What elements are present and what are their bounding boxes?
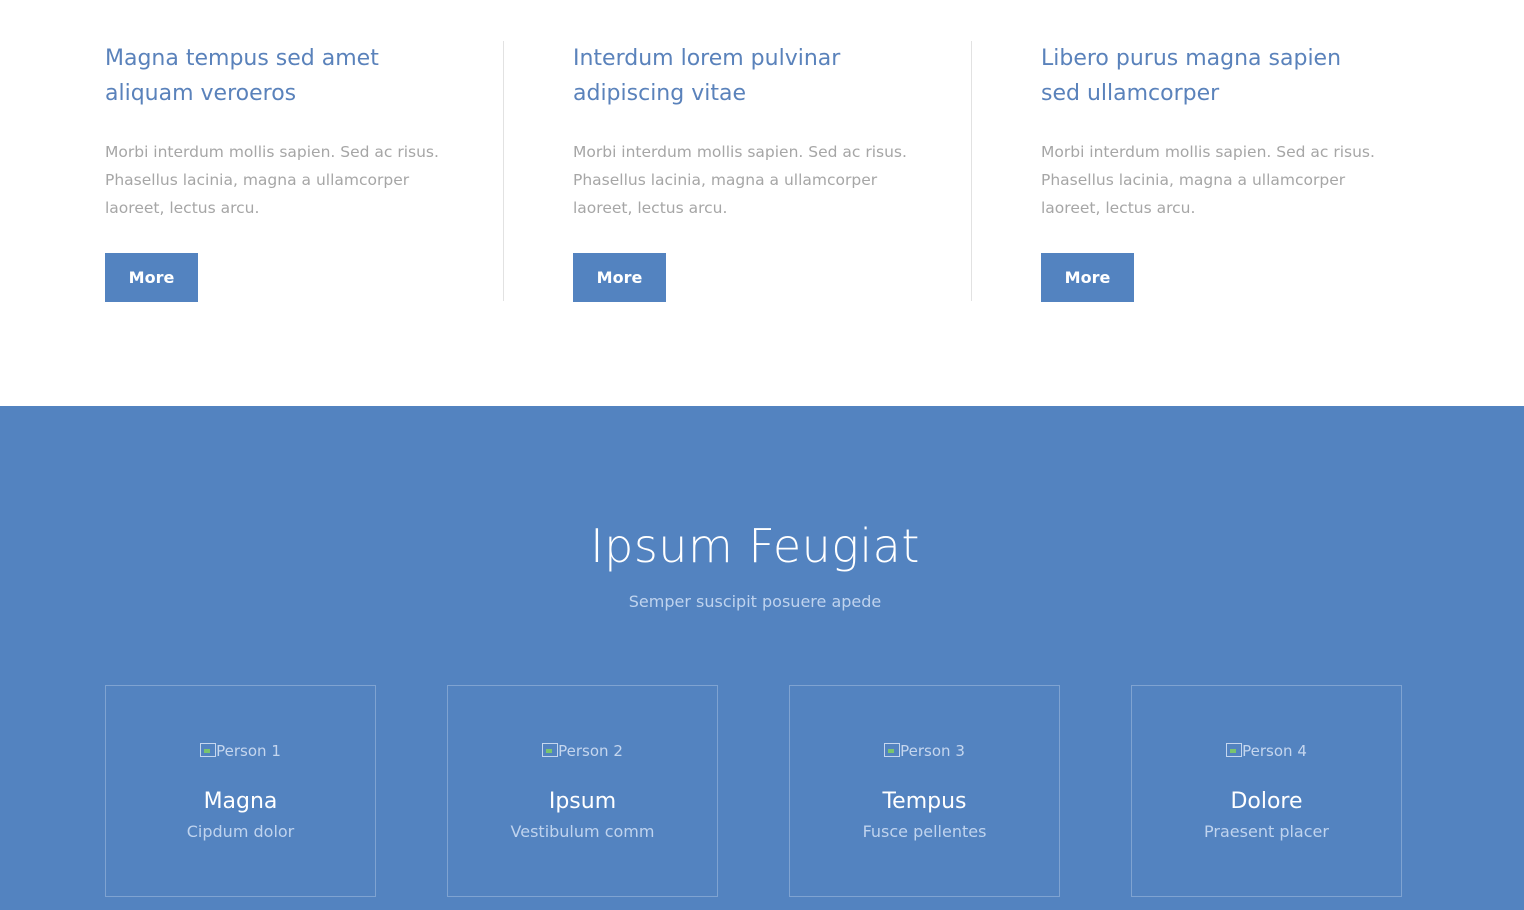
feature-text-line: Morbi interdum mollis sapien. Sed ac ris… bbox=[573, 143, 907, 161]
avatar-alt-text: Person 3 bbox=[900, 742, 965, 760]
more-button[interactable]: More bbox=[1041, 253, 1134, 302]
more-button[interactable]: More bbox=[573, 253, 666, 302]
broken-image-icon bbox=[200, 743, 217, 757]
feature-title-line: adipiscing vitae bbox=[573, 81, 746, 106]
avatar-alt-text: Person 2 bbox=[558, 742, 623, 760]
feature-column-1: Magna tempus sed amet aliquam veroeros M… bbox=[105, 41, 503, 302]
feature-title-line: aliquam veroeros bbox=[105, 81, 297, 106]
member-role: Praesent placer bbox=[1204, 822, 1329, 841]
feature-column-2: Interdum lorem pulvinar adipiscing vitae… bbox=[503, 41, 972, 302]
feature-title-line: Magna tempus sed amet bbox=[105, 46, 379, 71]
feature-text-line: Phasellus lacinia, magna a ullamcorper bbox=[105, 171, 410, 189]
team-card: Person 1 Magna Cipdum dolor bbox=[105, 685, 376, 897]
feature-text-line: laoreet, lectus arcu. bbox=[573, 199, 728, 217]
feature-title-line: Libero purus magna sapien bbox=[1041, 46, 1342, 71]
feature-title-line: Interdum lorem pulvinar bbox=[573, 46, 841, 71]
broken-image-icon bbox=[542, 743, 559, 757]
avatar-alt-text: Person 1 bbox=[216, 742, 281, 760]
avatar: Person 4 bbox=[1132, 741, 1401, 761]
broken-image-icon bbox=[884, 743, 901, 757]
team-card: Person 2 Ipsum Vestibulum comm bbox=[447, 685, 718, 897]
feature-description: Morbi interdum mollis sapien. Sed ac ris… bbox=[1041, 138, 1401, 222]
feature-title: Interdum lorem pulvinar adipiscing vitae bbox=[573, 41, 893, 111]
feature-text-line: Morbi interdum mollis sapien. Sed ac ris… bbox=[1041, 143, 1375, 161]
feature-text-line: Morbi interdum mollis sapien. Sed ac ris… bbox=[105, 143, 439, 161]
avatar-alt-text: Person 4 bbox=[1242, 742, 1307, 760]
feature-text-line: laoreet, lectus arcu. bbox=[1041, 199, 1196, 217]
member-name: Dolore bbox=[1230, 789, 1303, 814]
section-subtitle: Semper suscipit posuere apede bbox=[628, 592, 882, 611]
feature-text-line: Phasellus lacinia, magna a ullamcorper bbox=[573, 171, 878, 189]
member-role: Fusce pellentes bbox=[862, 822, 987, 841]
team-section: Ipsum Feugiat Semper suscipit posuere ap… bbox=[0, 406, 1524, 910]
member-name: Tempus bbox=[882, 789, 967, 814]
team-card: Person 4 Dolore Praesent placer bbox=[1131, 685, 1402, 897]
avatar: Person 1 bbox=[106, 741, 375, 761]
avatar: Person 2 bbox=[448, 741, 717, 761]
member-name: Ipsum bbox=[548, 789, 617, 814]
member-role: Cipdum dolor bbox=[186, 822, 295, 841]
section-title: Ipsum Feugiat bbox=[590, 519, 920, 573]
avatar: Person 3 bbox=[790, 741, 1059, 761]
feature-column-3: Libero purus magna sapien sed ullamcorpe… bbox=[971, 41, 1440, 302]
feature-description: Morbi interdum mollis sapien. Sed ac ris… bbox=[573, 138, 933, 222]
member-role: Vestibulum comm bbox=[510, 822, 655, 841]
feature-description: Morbi interdum mollis sapien. Sed ac ris… bbox=[105, 138, 465, 222]
member-name: Magna bbox=[203, 789, 278, 814]
feature-title-line: sed ullamcorper bbox=[1041, 81, 1220, 106]
features-section: Magna tempus sed amet aliquam veroeros M… bbox=[0, 0, 1524, 406]
feature-text-line: laoreet, lectus arcu. bbox=[105, 199, 260, 217]
feature-title: Magna tempus sed amet aliquam veroeros bbox=[105, 41, 425, 111]
more-button[interactable]: More bbox=[105, 253, 198, 302]
broken-image-icon bbox=[1226, 743, 1243, 757]
feature-title: Libero purus magna sapien sed ullamcorpe… bbox=[1041, 41, 1361, 111]
team-card: Person 3 Tempus Fusce pellentes bbox=[789, 685, 1060, 897]
feature-text-line: Phasellus lacinia, magna a ullamcorper bbox=[1041, 171, 1346, 189]
